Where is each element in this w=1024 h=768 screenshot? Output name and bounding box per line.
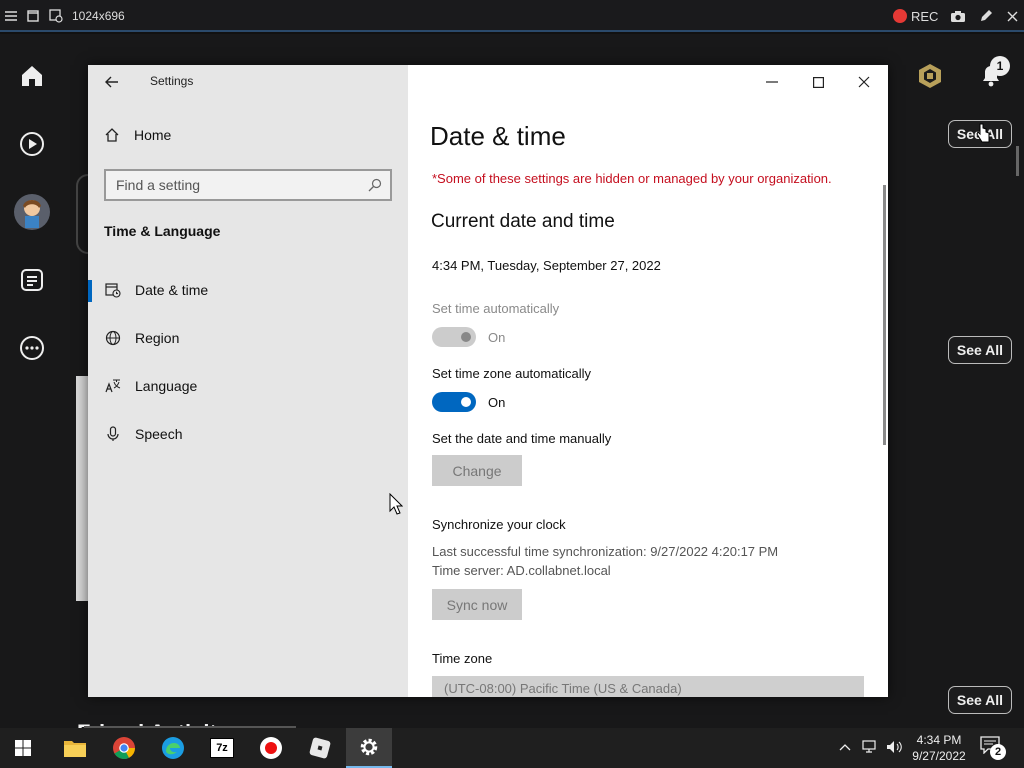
show-hidden-icons-icon[interactable] [839, 740, 851, 754]
settings-taskbar-icon[interactable] [346, 728, 392, 768]
bg-scrollbar[interactable] [1016, 146, 1019, 176]
friend-avatar-edge [76, 174, 88, 254]
edge-icon[interactable] [150, 728, 196, 768]
set-tz-auto-label: Set time zone automatically [432, 366, 591, 381]
set-tz-auto-toggle[interactable] [432, 392, 476, 412]
gear-icon [360, 738, 378, 756]
managed-warning: *Some of these settings are hidden or ma… [432, 171, 832, 186]
see-all-button-3[interactable]: See All [948, 686, 1012, 714]
change-button[interactable]: Change [432, 455, 522, 486]
play-nav-icon[interactable] [18, 130, 46, 158]
sync-heading: Synchronize your clock [432, 517, 566, 532]
close-recorder-icon[interactable] [1004, 8, 1020, 24]
maximize-button[interactable] [796, 69, 840, 95]
window-icon[interactable] [26, 8, 40, 24]
action-center-badge: 2 [990, 744, 1006, 760]
section-title: Time & Language [104, 223, 221, 239]
search-placeholder: Find a setting [116, 177, 201, 193]
windows-logo-icon [15, 740, 31, 756]
sidebar-item-language[interactable]: Language [88, 366, 408, 406]
manual-label: Set the date and time manually [432, 431, 612, 446]
sidebar-item-label: Language [135, 378, 198, 394]
minimize-icon [766, 81, 778, 83]
time-server-text: Time server: AD.collabnet.local [432, 563, 611, 578]
set-time-auto-toggle[interactable] [432, 327, 476, 347]
search-icon [368, 178, 382, 195]
camera-icon[interactable] [950, 8, 966, 24]
settings-content: Date & time *Some of these settings are … [408, 65, 888, 697]
date-time-icon [104, 281, 122, 299]
rec-label: REC [911, 8, 939, 24]
current-date-heading: Current date and time [431, 211, 615, 232]
sidebar-item-region[interactable]: Region [88, 318, 408, 358]
content-scrollbar[interactable] [883, 185, 886, 445]
network-icon[interactable] [862, 740, 880, 757]
window-title: Settings [150, 74, 194, 88]
start-button[interactable] [0, 728, 46, 768]
avatar[interactable] [14, 194, 50, 230]
game-thumbnail-edge [76, 376, 88, 601]
page-title: Date & time [430, 121, 566, 151]
file-explorer-icon[interactable] [52, 728, 98, 768]
timezone-select[interactable]: (UTC-08:00) Pacific Time (US & Canada) [432, 676, 864, 697]
notification-badge: 1 [990, 56, 1010, 76]
microphone-icon [104, 425, 122, 443]
home-icon [105, 128, 119, 142]
sync-now-button[interactable]: Sync now [432, 589, 522, 620]
notifications-bell-icon[interactable]: 1 [976, 56, 1010, 90]
volume-icon[interactable] [886, 740, 902, 757]
timezone-heading: Time zone [432, 651, 493, 666]
chat-nav-icon[interactable] [18, 266, 46, 294]
rec-indicator[interactable]: REC [893, 8, 941, 24]
clock-date: 9/27/2022 [912, 749, 966, 763]
record-dot-icon [893, 9, 907, 23]
close-button[interactable] [842, 69, 886, 95]
last-sync-text: Last successful time synchronization: 9/… [432, 544, 779, 559]
language-icon [104, 377, 122, 395]
sidebar-item-speech[interactable]: Speech [88, 414, 408, 454]
screen-recorder-icon[interactable] [248, 728, 294, 768]
pen-icon[interactable] [978, 8, 994, 24]
sidebar-item-label: Speech [135, 426, 183, 442]
timezone-value: (UTC-08:00) Pacific Time (US & Canada) [444, 680, 682, 696]
recorder-toolbar: 1024x696 REC [0, 0, 1024, 32]
set-time-auto-state: On [488, 330, 506, 345]
more-nav-icon[interactable] [18, 334, 46, 362]
menu-icon[interactable] [4, 8, 18, 24]
hand-cursor-icon [976, 122, 990, 144]
toggle-knob [461, 332, 471, 342]
sidebar-item-date-time[interactable]: Date & time [88, 270, 408, 310]
7zip-icon[interactable]: 7z [199, 728, 245, 768]
roblox-icon[interactable] [297, 728, 343, 768]
set-time-auto-label: Set time automatically [432, 301, 560, 316]
mouse-cursor-icon [389, 492, 404, 515]
back-button[interactable] [100, 71, 124, 93]
settings-window: Settings Home Find a setting Time & Lang… [88, 65, 888, 697]
action-center-icon[interactable]: 2 [980, 736, 1006, 760]
chrome-icon[interactable] [101, 728, 147, 768]
selection-indicator [88, 280, 92, 302]
taskbar: 7z 4:34 PM 9/27/2022 2 [0, 728, 1024, 768]
back-arrow-icon [105, 76, 118, 88]
resolution-label: 1024x696 [72, 9, 125, 23]
close-icon [858, 76, 870, 88]
settings-sidebar: Settings Home Find a setting Time & Lang… [88, 65, 408, 697]
see-all-button-2[interactable]: See All [948, 336, 1012, 364]
home-nav-icon[interactable] [18, 62, 46, 90]
toggle-knob [461, 397, 471, 407]
sidebar-item-label: Date & time [135, 282, 209, 298]
clock-time: 4:34 PM [916, 733, 962, 747]
home-link[interactable]: Home [104, 127, 171, 143]
region-select-icon[interactable] [48, 8, 64, 24]
sidebar-item-label: Region [135, 330, 180, 346]
globe-icon [104, 329, 122, 347]
search-input[interactable]: Find a setting [104, 169, 392, 201]
home-label: Home [134, 127, 172, 143]
system-clock[interactable]: 4:34 PM 9/27/2022 [904, 732, 974, 764]
maximize-icon [812, 76, 824, 88]
current-datetime: 4:34 PM, Tuesday, September 27, 2022 [432, 258, 661, 273]
robux-icon[interactable] [916, 62, 944, 90]
minimize-button[interactable] [750, 69, 794, 95]
set-tz-auto-state: On [488, 395, 506, 410]
